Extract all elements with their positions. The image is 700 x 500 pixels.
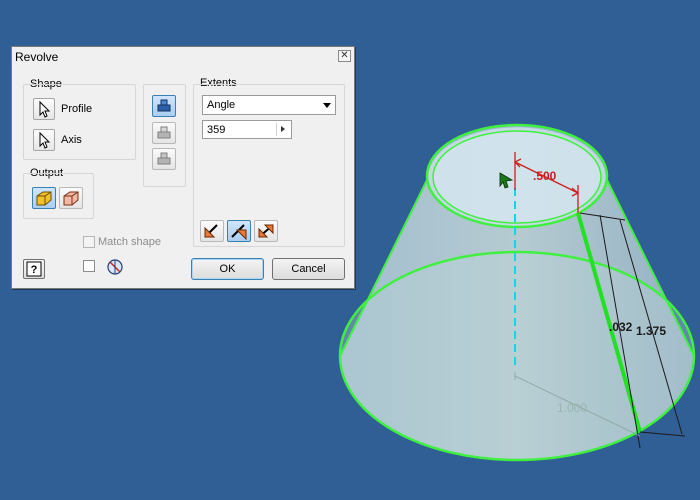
dialog-titlebar[interactable]: Revolve ✕ xyxy=(12,47,354,67)
solid-icon xyxy=(36,191,52,206)
intersect-icon xyxy=(157,152,171,165)
help-icon: ? xyxy=(26,261,42,277)
intersect-operation-button[interactable] xyxy=(152,148,176,170)
profile-label: Profile xyxy=(61,103,93,115)
extents-type-value: Angle xyxy=(207,99,236,111)
cut-operation-button[interactable] xyxy=(152,122,176,144)
cut-icon xyxy=(157,126,171,139)
dimension-thickness-label[interactable]: .032 xyxy=(609,320,633,334)
angle-input[interactable]: 359 xyxy=(202,120,292,139)
angle-flyout-button[interactable] xyxy=(276,123,289,136)
dimension-radius-label[interactable]: .500 xyxy=(533,169,557,183)
surface-icon xyxy=(63,191,79,206)
direction-arrow-icon xyxy=(231,224,247,241)
close-icon: ✕ xyxy=(340,50,349,61)
preview-checkbox[interactable] xyxy=(83,260,95,272)
surface-output-button[interactable] xyxy=(59,187,83,209)
dimension-slant-label[interactable]: 1.375 xyxy=(636,324,666,338)
match-shape-checkbox[interactable] xyxy=(83,236,95,248)
solid-output-button[interactable] xyxy=(32,187,56,209)
direction-1-button[interactable] xyxy=(200,220,224,242)
axis-select-button[interactable] xyxy=(33,129,55,151)
symmetric-arrow-icon xyxy=(258,224,274,238)
direction-arrow-icon xyxy=(204,224,218,238)
angle-value: 359 xyxy=(207,124,226,136)
extents-type-select[interactable]: Angle xyxy=(202,95,336,115)
close-button[interactable]: ✕ xyxy=(338,50,351,62)
chevron-down-icon xyxy=(323,103,331,108)
join-icon xyxy=(157,99,171,112)
revolve-dialog: Revolve ✕ Shape Profile Axis Output Exte… xyxy=(11,46,355,289)
pointer-arrow-icon xyxy=(39,131,51,149)
svg-text:?: ? xyxy=(31,264,38,276)
symmetric-button[interactable] xyxy=(254,220,278,242)
dimension-base-label[interactable]: 1.000 xyxy=(557,401,587,415)
join-operation-button[interactable] xyxy=(152,95,176,117)
match-shape-label: Match shape xyxy=(98,236,161,248)
direction-2-button[interactable] xyxy=(227,220,251,242)
cancel-button[interactable]: Cancel xyxy=(272,258,345,280)
help-button[interactable]: ? xyxy=(23,259,45,279)
pointer-arrow-icon xyxy=(39,100,51,118)
cone-top-inner-edge xyxy=(432,130,602,224)
optimize-icon[interactable] xyxy=(106,258,124,276)
ok-button[interactable]: OK xyxy=(191,258,264,280)
profile-select-button[interactable] xyxy=(33,98,55,120)
axis-label: Axis xyxy=(61,134,82,146)
chevron-right-icon xyxy=(281,126,285,132)
dialog-title: Revolve xyxy=(15,50,59,64)
